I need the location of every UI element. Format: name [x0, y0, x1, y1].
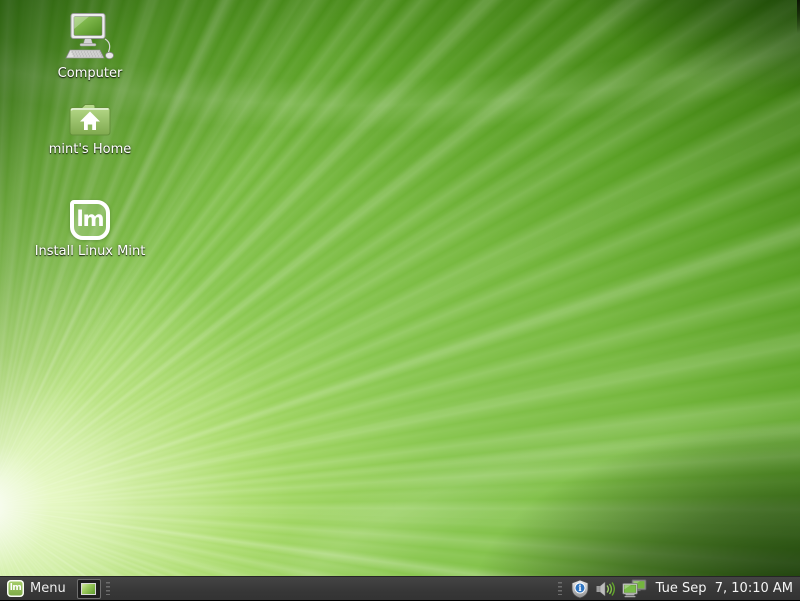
volume-speaker-icon [596, 581, 616, 597]
desktop-icon-computer[interactable]: Computer [30, 12, 150, 81]
desktop-icon-label: mint's Home [49, 143, 131, 157]
show-desktop-button[interactable] [77, 579, 101, 599]
update-manager-button[interactable]: i [567, 577, 593, 601]
window-list-handle[interactable] [106, 582, 110, 595]
mint-logo-icon: lm [7, 580, 24, 597]
show-desktop-icon [81, 583, 96, 595]
update-shield-icon: i [570, 579, 590, 599]
menu-label: Menu [30, 581, 66, 596]
taskbar: lm Menu i [0, 576, 800, 600]
tray-handle[interactable] [558, 582, 562, 595]
mint-installer-logo-icon: lm [70, 200, 110, 240]
desktop-icon-home[interactable]: mint's Home [30, 102, 150, 157]
clock[interactable]: Tue Sep 7, 10:10 AM [656, 581, 793, 596]
desktop-background[interactable]: Computer mint's Home lm Install Linux Mi… [0, 0, 800, 576]
computer-icon [63, 12, 117, 62]
desktop-icon-label: Install Linux Mint [35, 245, 146, 259]
network-button[interactable] [619, 577, 651, 601]
network-computers-icon [622, 579, 648, 598]
volume-button[interactable] [593, 577, 619, 601]
home-folder-icon [68, 102, 112, 138]
menu-button[interactable]: lm Menu [0, 577, 75, 601]
desktop-icon-label: Computer [58, 67, 123, 81]
desktop-icon-install-linux-mint[interactable]: lm Install Linux Mint [30, 200, 150, 259]
